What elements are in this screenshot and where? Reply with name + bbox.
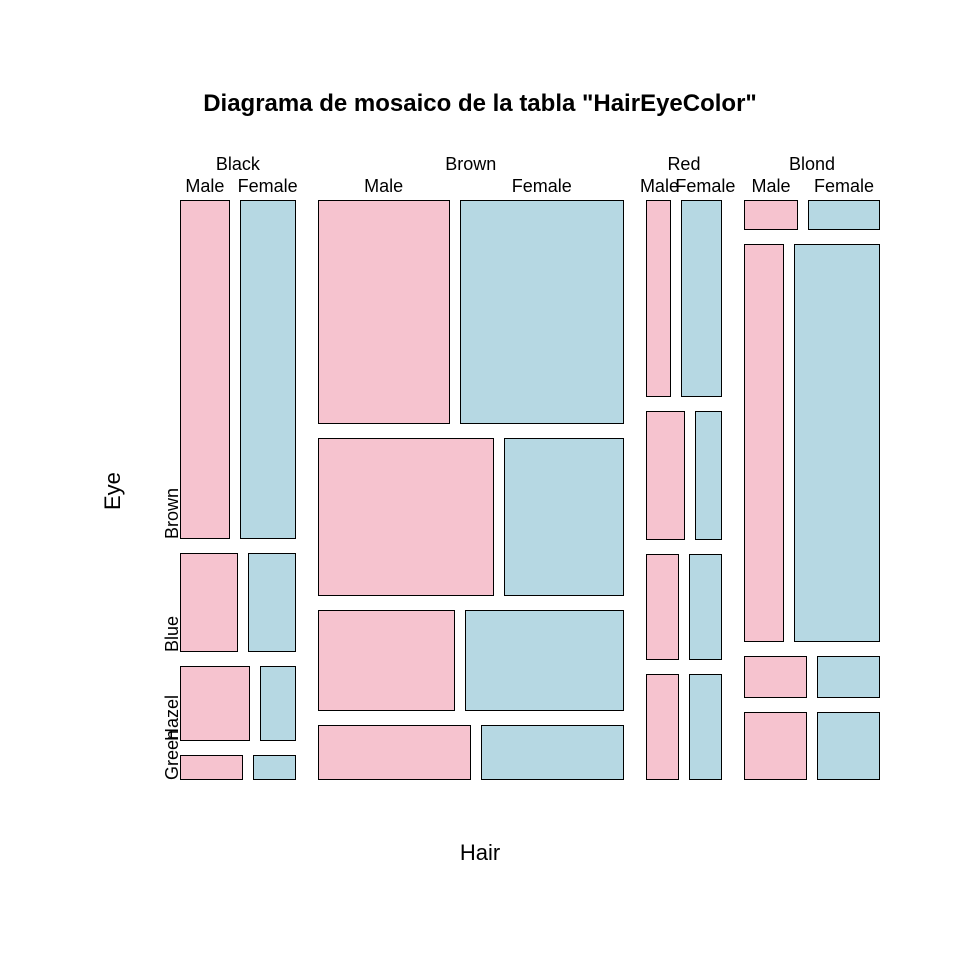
- chart-title: Diagrama de mosaico de la tabla "HairEye…: [0, 90, 960, 118]
- mosaic-tile: [481, 725, 624, 780]
- mosaic-tile: [180, 666, 250, 741]
- sex-label: Male: [312, 176, 456, 197]
- mosaic-tile: [180, 553, 238, 653]
- mosaic-tile: [465, 610, 624, 712]
- mosaic-tile: [318, 200, 450, 424]
- mosaic-tile: [260, 666, 295, 741]
- hair-label: Black: [180, 154, 296, 175]
- mosaic-tile: [744, 656, 807, 698]
- mosaic-tile: [794, 244, 880, 642]
- mosaic-tile: [180, 755, 243, 780]
- mosaic-tile: [646, 554, 679, 660]
- sex-label: Male: [174, 176, 236, 197]
- mosaic-tile: [744, 244, 784, 642]
- x-axis-label: Hair: [0, 840, 960, 866]
- hair-label: Blond: [744, 154, 880, 175]
- mosaic-tile: [695, 411, 722, 540]
- mosaic-tile: [646, 200, 671, 397]
- mosaic-tile: [240, 200, 296, 539]
- sex-label: Female: [675, 176, 728, 197]
- mosaic-tile: [744, 712, 807, 780]
- mosaic-tile: [460, 200, 624, 424]
- mosaic-tile: [646, 411, 685, 540]
- mosaic-tile: [808, 200, 880, 230]
- sex-label: Male: [640, 176, 677, 197]
- mosaic-tile: [681, 200, 722, 397]
- mosaic-tile: [180, 200, 230, 539]
- mosaic-tile: [253, 755, 295, 780]
- mosaic-tile: [689, 674, 722, 780]
- mosaic-tile: [318, 438, 494, 596]
- mosaic-tile: [646, 674, 679, 780]
- mosaic-tile: [248, 553, 296, 653]
- mosaic-tile: [504, 438, 624, 596]
- hair-label: Red: [646, 154, 722, 175]
- mosaic-tile: [744, 200, 798, 230]
- sex-label: Male: [738, 176, 804, 197]
- mosaic-tile: [318, 610, 455, 712]
- mosaic-tile: [817, 656, 880, 698]
- mosaic-tile: [318, 725, 471, 780]
- sex-label: Female: [454, 176, 630, 197]
- mosaic-tile: [689, 554, 722, 660]
- mosaic-tile: [817, 712, 880, 780]
- y-axis-label: Eye: [100, 472, 126, 510]
- hair-label: Brown: [318, 154, 624, 175]
- sex-label: Female: [234, 176, 302, 197]
- sex-label: Female: [802, 176, 886, 197]
